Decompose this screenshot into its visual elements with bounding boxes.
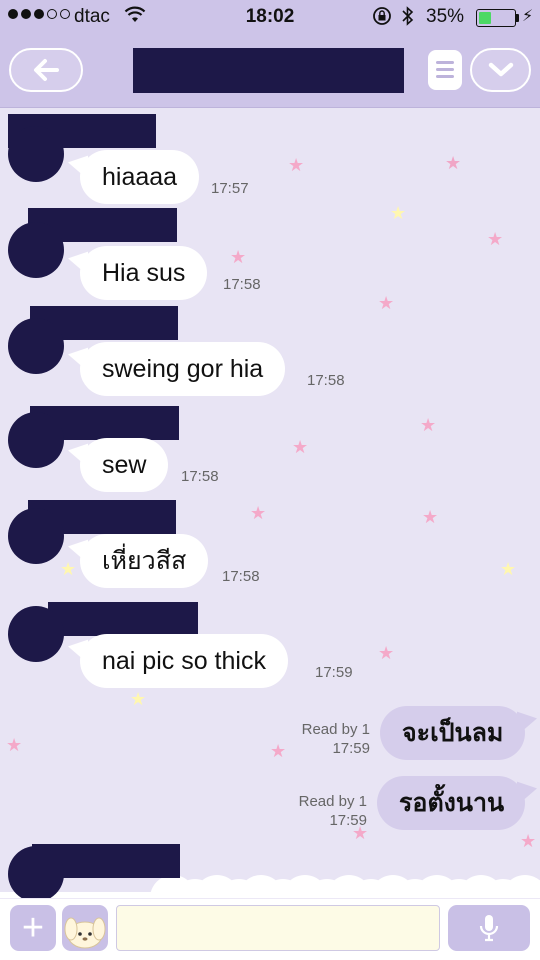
message-bubble[interactable]: รอตั้งนาน (377, 776, 525, 830)
message-bubble[interactable]: sweing gor hia (80, 342, 286, 396)
message-time: 17:59 (315, 664, 353, 681)
star-decoration: ★ (230, 247, 247, 267)
sender-name-redacted (48, 602, 198, 636)
message-text: hiaaaa (102, 162, 178, 191)
message-input[interactable] (116, 905, 440, 951)
plus-icon: + (21, 906, 45, 949)
chat-area[interactable]: ★ ★ ★ ★ ★ ★ ★ ★ ★ ★ ★ ★ ★ ★ ★ ★ ★ ★ hiaaaa 17:57 Hia sus … (0, 108, 540, 898)
star-decoration: ★ (420, 415, 437, 435)
star-decoration: ★ (378, 293, 395, 313)
message-time: 17:59 (329, 812, 367, 829)
star-decoration: ★ (292, 437, 309, 457)
star-decoration: ★ (130, 689, 147, 709)
message-text: จะเป็นลม (402, 719, 504, 747)
message-time: 17:59 (332, 740, 370, 757)
contact-name-redacted (133, 48, 404, 93)
avatar[interactable] (8, 846, 64, 898)
avatar[interactable] (8, 508, 64, 564)
star-decoration: ★ (445, 153, 462, 173)
star-decoration: ★ (500, 559, 517, 579)
dropdown-button[interactable] (470, 48, 531, 92)
star-decoration: ★ (422, 507, 439, 527)
read-receipt: Read by 1 (298, 793, 367, 810)
message-text: Hia sus (102, 258, 186, 287)
star-decoration: ★ (378, 643, 395, 663)
message-bubble[interactable]: Hia sus (80, 246, 208, 300)
charging-icon: ⚡ (522, 8, 534, 25)
back-arrow-icon (34, 59, 59, 81)
star-decoration: ★ (60, 559, 77, 579)
star-decoration: ★ (6, 735, 23, 755)
sticker-icon (64, 917, 106, 949)
message-time: 17:58 (223, 276, 261, 293)
back-button[interactable] (9, 48, 83, 92)
add-attachment-button[interactable]: + (10, 905, 56, 951)
sticker-button[interactable] (62, 905, 108, 951)
message-meta: Read by 1 17:59 (267, 792, 367, 830)
message-bubble[interactable]: เหี่ยวสีส (80, 534, 209, 588)
star-decoration: ★ (288, 155, 305, 175)
message-text: รอตั้งนาน (399, 789, 505, 817)
message-time: 17:57 (211, 180, 249, 197)
message-text: sew (102, 450, 147, 479)
battery-icon (476, 9, 516, 27)
input-bar: + (0, 898, 540, 960)
read-receipt: Read by 1 (301, 721, 370, 738)
microphone-icon (479, 915, 499, 942)
avatar[interactable] (8, 318, 64, 374)
menu-button[interactable] (428, 50, 462, 90)
bluetooth-icon (401, 5, 415, 33)
message-text: nai pic so thick (102, 646, 266, 675)
avatar[interactable] (8, 412, 64, 468)
message-text: เหี่ยวสีส (102, 547, 187, 575)
message-bubble[interactable]: nai pic so thick (80, 634, 288, 688)
chat-header (0, 34, 540, 108)
message-time: 17:58 (307, 372, 345, 389)
message-text: sweing gor hia (102, 354, 264, 383)
star-decoration: ★ (250, 503, 267, 523)
status-bar: dtac 18:02 35% ⚡ (0, 0, 540, 34)
star-decoration: ★ (520, 831, 537, 851)
message-bubble[interactable]: sew (80, 438, 169, 492)
star-decoration: ★ (487, 229, 504, 249)
avatar[interactable] (8, 606, 64, 662)
rotation-lock-icon (371, 5, 393, 33)
message-time: 17:58 (181, 468, 219, 485)
message-bubble[interactable]: hiaaaa (80, 150, 200, 204)
voice-message-button[interactable] (448, 905, 530, 951)
battery-percent: 35% (426, 6, 465, 27)
avatar[interactable] (8, 126, 64, 182)
message-bubble[interactable]: จะเป็นลม (380, 706, 525, 760)
message-time: 17:58 (222, 568, 260, 585)
star-decoration: ★ (390, 203, 407, 223)
avatar[interactable] (8, 222, 64, 278)
message-meta: Read by 1 17:59 (270, 720, 370, 758)
chevron-down-icon (488, 62, 513, 77)
